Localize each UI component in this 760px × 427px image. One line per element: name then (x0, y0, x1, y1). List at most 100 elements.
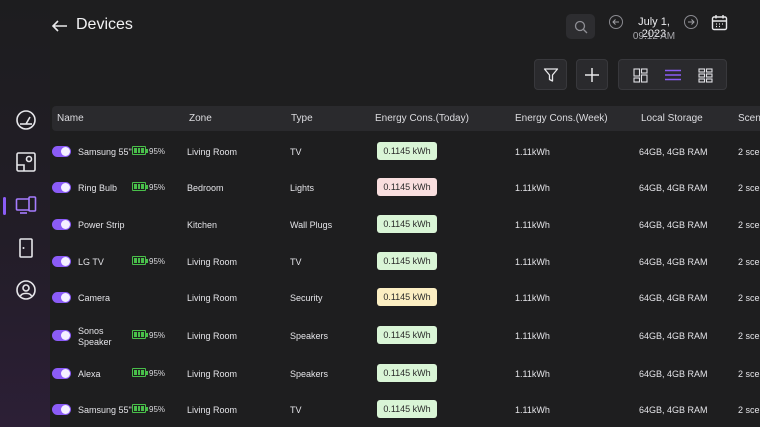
sidebar-item-devices[interactable] (14, 194, 38, 218)
back-button[interactable] (50, 16, 70, 36)
prev-date-button[interactable] (609, 15, 623, 29)
table-row[interactable]: Samsung 55" 95% Living Room TV 0.1145 kW… (52, 392, 760, 427)
calendar-button[interactable] (711, 14, 728, 31)
device-type: Lights (290, 183, 315, 193)
device-zone: Living Room (187, 257, 238, 267)
local-storage: 64GB, 4GB RAM (639, 293, 708, 303)
device-name: Samsung 55" (78, 405, 132, 415)
device-toggle[interactable] (52, 404, 71, 415)
dashboard-view-icon (632, 67, 648, 83)
filter-icon (543, 67, 558, 82)
chevron-left-icon (612, 19, 619, 25)
next-date-button[interactable] (684, 15, 698, 29)
column-header-name[interactable]: Name (57, 113, 84, 124)
sidebar-item-dashboard[interactable] (14, 108, 38, 132)
battery-level: 95% (149, 257, 166, 266)
floorplan-icon (16, 152, 36, 172)
energy-week: 1.11kWh (515, 220, 550, 230)
device-zone: Kitchen (187, 220, 218, 230)
battery-level: 95% (149, 405, 166, 414)
energy-today-badge: 0.1145 kWh (377, 326, 437, 344)
device-toggle[interactable] (52, 182, 71, 193)
local-storage: 64GB, 4GB RAM (639, 147, 708, 157)
device-toggle[interactable] (52, 256, 71, 267)
local-storage: 64GB, 4GB RAM (639, 405, 708, 415)
table-header: Name Zone Type Energy Cons.(Today) Energ… (52, 106, 760, 131)
device-zone: Bedroom (187, 183, 224, 193)
device-name: Sonos Speaker (78, 326, 112, 347)
device-toggle[interactable] (52, 146, 71, 157)
door-icon (19, 238, 33, 258)
table-row[interactable]: Sonos Speaker 95% Living Room Speakers 0… (52, 318, 760, 354)
chevron-right-icon (688, 19, 695, 25)
battery-icon (132, 330, 148, 339)
column-header-energy-week[interactable]: Energy Cons.(Week) (515, 113, 608, 124)
battery-icon (132, 256, 148, 265)
device-name: Camera (78, 293, 111, 303)
sidebar-active-indicator (3, 197, 6, 215)
energy-week: 1.11kWh (515, 257, 550, 267)
scene-count: 2 scen (738, 331, 760, 341)
device-toggle[interactable] (52, 219, 71, 230)
scene-count: 2 scen (738, 147, 760, 157)
search-button[interactable] (566, 14, 595, 39)
battery-icon (132, 404, 148, 413)
table-row[interactable]: Samsung 55" 95% Living Room TV 0.1145 kW… (52, 134, 760, 170)
dashboard-view-button[interactable] (631, 66, 649, 84)
plus-icon (585, 67, 599, 82)
column-header-energy-today[interactable]: Energy Cons.(Today) (375, 113, 469, 124)
device-type: Speakers (290, 331, 329, 341)
table-row[interactable]: Alexa 95% Living Room Speakers 0.1145 kW… (52, 356, 760, 392)
device-type: Wall Plugs (290, 220, 333, 230)
energy-week: 1.11kWh (515, 293, 550, 303)
scene-count: 2 scen (738, 183, 760, 193)
column-header-local-storage[interactable]: Local Storage (641, 113, 703, 124)
energy-today-badge: 0.1145 kWh (377, 142, 437, 160)
energy-today-badge: 0.1145 kWh (377, 288, 437, 306)
add-device-button[interactable] (576, 59, 608, 90)
table-row[interactable]: Power Strip Kitchen Wall Plugs 0.1145 kW… (52, 207, 760, 243)
sidebar-item-profile[interactable] (14, 278, 38, 302)
sidebar-item-floorplan[interactable] (14, 150, 38, 174)
device-name: Power Strip (78, 220, 125, 230)
scene-count: 2 scen (738, 405, 760, 415)
device-toggle[interactable] (52, 368, 71, 379)
device-name: Alexa (78, 369, 101, 379)
device-toggle[interactable] (52, 292, 71, 303)
table-row[interactable]: Ring Bulb 95% Bedroom Lights 0.1145 kWh … (52, 170, 760, 206)
device-type: Security (290, 293, 323, 303)
list-view-icon (665, 69, 681, 81)
energy-today-badge: 0.1145 kWh (377, 178, 437, 196)
battery-icon (132, 182, 148, 191)
energy-today-badge: 0.1145 kWh (377, 215, 437, 233)
scene-count: 2 scen (738, 220, 760, 230)
column-header-zone[interactable]: Zone (189, 113, 212, 124)
table-row[interactable]: Camera Living Room Security 0.1145 kWh 1… (52, 280, 760, 316)
user-icon (16, 280, 36, 300)
energy-today-badge: 0.1145 kWh (377, 252, 437, 270)
device-name: Samsung 55" (78, 147, 132, 157)
energy-week: 1.11kWh (515, 369, 550, 379)
device-name: LG TV (78, 257, 104, 267)
device-toggle[interactable] (52, 330, 71, 341)
filter-button[interactable] (534, 59, 567, 90)
battery-level: 95% (149, 331, 166, 340)
device-zone: Living Room (187, 147, 238, 157)
energy-week: 1.11kWh (515, 405, 550, 415)
energy-week: 1.11kWh (515, 183, 550, 193)
devices-icon (15, 196, 37, 214)
local-storage: 64GB, 4GB RAM (639, 331, 708, 341)
device-type: TV (290, 257, 302, 267)
battery-level: 95% (149, 183, 166, 192)
column-header-type[interactable]: Type (291, 113, 313, 124)
sidebar-item-doors[interactable] (14, 236, 38, 260)
grid-view-button[interactable] (696, 66, 714, 84)
current-time: 09:12 AM (632, 31, 676, 42)
device-zone: Living Room (187, 405, 238, 415)
date-navigator: July 1, 2023 09:12 AM (609, 14, 699, 44)
table-row[interactable]: LG TV 95% Living Room TV 0.1145 kWh 1.11… (52, 244, 760, 280)
column-header-scene[interactable]: Scene (738, 113, 760, 124)
device-zone: Living Room (187, 331, 238, 341)
page-title: Devices (76, 16, 133, 33)
list-view-button[interactable] (664, 66, 682, 84)
